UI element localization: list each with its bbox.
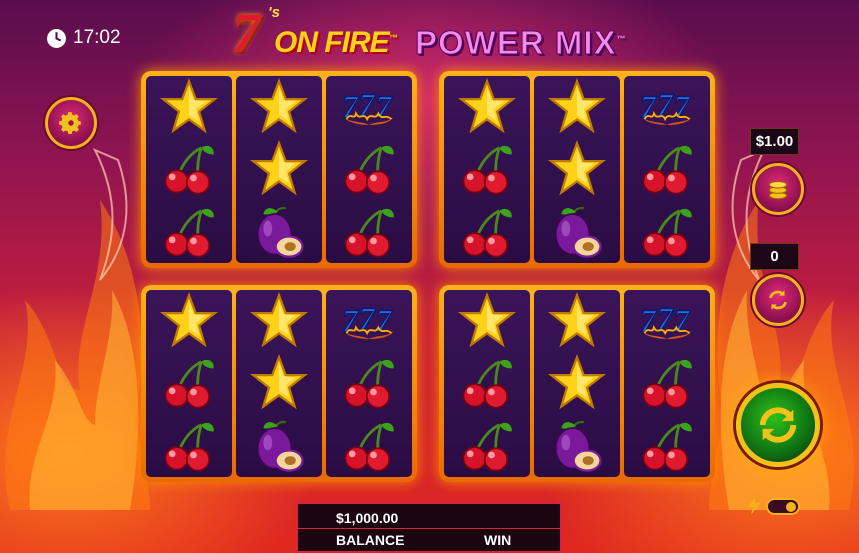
reel: 777: [326, 290, 412, 477]
plum-symbol-icon: [250, 417, 308, 475]
reel: [444, 76, 530, 263]
cherry-symbol-icon: [638, 354, 696, 412]
star-symbol-icon: [548, 140, 606, 198]
star-symbol-icon: [250, 292, 308, 350]
star-symbol-icon: [548, 78, 606, 136]
cherry-symbol-icon: [458, 203, 516, 261]
reel: [236, 290, 322, 477]
svg-text:7: 7: [640, 89, 657, 124]
star-symbol-icon: [250, 78, 308, 136]
cherry-symbol-icon: [160, 140, 218, 198]
logo-power-mix: POWER MIX™: [415, 24, 627, 62]
cherry-symbol-icon: [160, 354, 218, 412]
autoplay-icon: [769, 290, 787, 310]
reel: [236, 76, 322, 263]
cherry-symbol-icon: [638, 203, 696, 261]
gear-icon: [59, 112, 81, 134]
cherry-symbol-icon: [458, 140, 516, 198]
balance-value: $1,000.00: [336, 510, 399, 526]
autoplay-button[interactable]: [752, 274, 804, 326]
spin-icon: [759, 407, 797, 443]
seven-symbol-icon: 777: [638, 78, 696, 136]
reel-grid-3: 777: [141, 285, 417, 482]
star-symbol-icon: [250, 140, 308, 198]
reel: [444, 290, 530, 477]
coins-icon: [768, 180, 788, 200]
cherry-symbol-icon: [160, 417, 218, 475]
flames-left-decoration: [5, 147, 150, 510]
reel: 777: [624, 76, 710, 263]
win-label: WIN: [484, 532, 512, 548]
autoplay-count: 0: [750, 243, 799, 270]
svg-text:7: 7: [342, 303, 359, 338]
reel-grid-4: 777: [439, 285, 715, 482]
cherry-symbol-icon: [638, 417, 696, 475]
clock-icon: [47, 28, 66, 48]
logo-seven: 7: [232, 3, 260, 65]
cherry-symbol-icon: [340, 203, 398, 261]
plum-symbol-icon: [250, 203, 308, 261]
seven-symbol-icon: 777: [340, 78, 398, 136]
lightning-icon: [748, 497, 760, 515]
turbo-control[interactable]: [748, 497, 800, 515]
turbo-toggle[interactable]: [766, 497, 800, 515]
star-symbol-icon: [548, 292, 606, 350]
cherry-symbol-icon: [458, 417, 516, 475]
reel: 777: [624, 290, 710, 477]
reel: 777: [326, 76, 412, 263]
logo-on-fire: ON FIRE™: [274, 26, 398, 59]
svg-text:7: 7: [342, 89, 359, 124]
cherry-symbol-icon: [638, 140, 696, 198]
reel: [534, 290, 620, 477]
seven-symbol-icon: 777: [638, 292, 696, 350]
cherry-symbol-icon: [458, 354, 516, 412]
game-logo: 7 's ON FIRE™ POWER MIX™: [228, 0, 638, 70]
cherry-symbol-icon: [340, 140, 398, 198]
settings-button[interactable]: [45, 97, 97, 149]
plum-symbol-icon: [548, 203, 606, 261]
balance-panel: $1,000.00 BALANCE WIN: [296, 502, 562, 553]
plum-symbol-icon: [548, 417, 606, 475]
bet-amount: $1.00: [750, 128, 799, 155]
cherry-symbol-icon: [340, 417, 398, 475]
spin-button[interactable]: [736, 383, 820, 467]
logo-sup: 's: [268, 4, 280, 21]
cherry-symbol-icon: [340, 354, 398, 412]
star-symbol-icon: [458, 292, 516, 350]
svg-text:7: 7: [640, 303, 657, 338]
clock-time: 17:02: [73, 27, 121, 48]
reel: [146, 76, 232, 263]
star-symbol-icon: [458, 78, 516, 136]
bet-button[interactable]: [752, 163, 804, 215]
star-symbol-icon: [250, 354, 308, 412]
seven-symbol-icon: 777: [340, 292, 398, 350]
reel: [146, 290, 232, 477]
star-symbol-icon: [160, 78, 218, 136]
reel-grid-2: 777: [439, 71, 715, 268]
cherry-symbol-icon: [160, 203, 218, 261]
balance-label: BALANCE: [336, 532, 405, 548]
clock: 17:02: [46, 27, 121, 49]
reel: [534, 76, 620, 263]
star-symbol-icon: [160, 292, 218, 350]
star-symbol-icon: [548, 354, 606, 412]
reel-grid-1: 777: [141, 71, 417, 268]
